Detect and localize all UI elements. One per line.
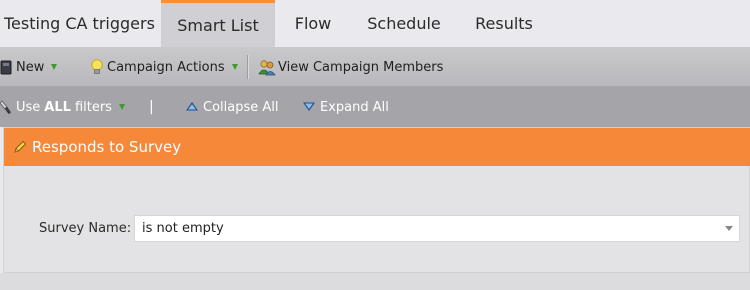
tab-smart-list[interactable]: Smart List (161, 0, 275, 47)
view-members-label: View Campaign Members (278, 59, 444, 75)
campaign-actions-button[interactable]: Campaign Actions (90, 47, 238, 87)
new-label: New (16, 59, 45, 75)
chevron-down-icon (725, 226, 733, 231)
tab-label: Testing CA triggers (4, 14, 155, 33)
filter-title: Responds to Survey (32, 138, 182, 156)
use-all-bold: ALL (44, 99, 71, 115)
lightbulb-icon (90, 58, 104, 76)
bottom-strip (0, 273, 750, 290)
chevron-down-icon (231, 64, 238, 70)
filter-header[interactable]: Responds to Survey (4, 128, 750, 166)
tab-program-name[interactable]: Testing CA triggers (0, 0, 160, 47)
view-campaign-members-button[interactable]: View Campaign Members (258, 47, 443, 87)
expand-icon (302, 100, 316, 115)
tab-label: Flow (294, 14, 332, 33)
tab-bar: Testing CA triggers Smart List Flow Sche… (0, 0, 750, 47)
toolbar: New Campaign Actions View Campaign Membe… (0, 47, 750, 87)
use-suffix: filters (74, 99, 112, 115)
tab-flow[interactable]: Flow (282, 0, 344, 47)
expand-all-button[interactable]: Expand All (302, 87, 389, 127)
expand-label: Expand All (320, 99, 389, 115)
collapse-label: Collapse All (203, 99, 279, 115)
new-button[interactable]: New (0, 47, 58, 87)
filter-card: Responds to Survey Survey Name: is not e… (3, 127, 750, 273)
collapse-all-button[interactable]: Collapse All (185, 87, 279, 127)
survey-name-operator-select[interactable]: is not empty (134, 215, 740, 242)
wrench-icon (0, 100, 12, 114)
members-icon (258, 59, 276, 76)
toolbar-divider (247, 55, 248, 79)
chevron-down-icon (51, 64, 58, 70)
campaign-actions-label: Campaign Actions (107, 59, 225, 75)
tab-label: Schedule (367, 14, 441, 33)
filterbar-divider: | (149, 99, 154, 115)
filter-bar: Use ALL filters | Collapse All Expand Al… (0, 87, 750, 127)
operator-value: is not empty (142, 221, 224, 236)
use-prefix: Use (16, 99, 41, 115)
collapse-icon (185, 100, 199, 115)
survey-name-label: Survey Name: (39, 221, 132, 236)
tab-results[interactable]: Results (466, 0, 542, 47)
tab-label: Results (475, 14, 533, 33)
tab-label: Smart List (177, 15, 259, 35)
use-all-filters-dropdown[interactable]: Use ALL filters (0, 87, 125, 127)
pencil-icon (13, 140, 27, 154)
chevron-down-icon (118, 104, 125, 110)
tab-schedule[interactable]: Schedule (358, 0, 450, 47)
new-icon (0, 60, 12, 75)
